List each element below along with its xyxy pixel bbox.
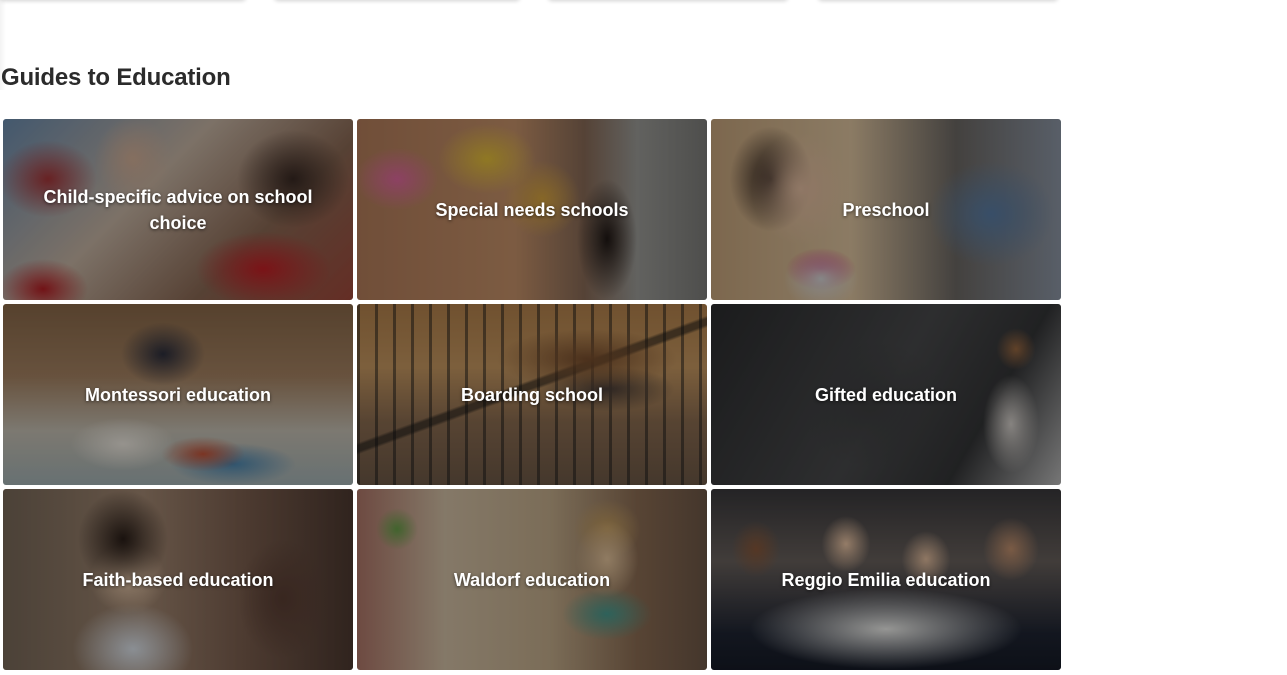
guide-tile-waldorf-education[interactable]: Waldorf education (357, 489, 707, 670)
guide-label: Preschool (842, 199, 930, 220)
guide-label: Child-specific advice on school choice (43, 186, 313, 233)
guide-tile-special-needs-schools[interactable]: Special needs schools (357, 119, 707, 300)
guide-label: Gifted education (814, 384, 957, 405)
guide-tile-boarding-school[interactable]: Boarding school (357, 304, 707, 485)
guide-label: Special needs schools (435, 199, 629, 220)
guide-tile-preschool[interactable]: Preschool (711, 119, 1061, 300)
section-title: Guides to Education (1, 64, 231, 91)
guide-label: Boarding school (460, 384, 603, 405)
guide-tile-child-specific-advice[interactable]: Child-specific advice on school choice (3, 119, 353, 300)
guide-label: Faith-based education (82, 569, 274, 590)
guide-label: Montessori education (84, 384, 272, 405)
guide-tile-montessori-education[interactable]: Montessori education (3, 304, 353, 485)
guide-tile-gifted-education[interactable]: Gifted education (711, 304, 1061, 485)
guide-label: Reggio Emilia education (781, 569, 991, 590)
guide-tile-reggio-emilia-education[interactable]: Reggio Emilia education (711, 489, 1061, 670)
guides-grid: Child-specific advice on school choice S… (3, 119, 1061, 670)
previous-section-cards (0, 0, 1287, 2)
guide-tile-faith-based-education[interactable]: Faith-based education (3, 489, 353, 670)
guide-label: Waldorf education (453, 569, 611, 590)
